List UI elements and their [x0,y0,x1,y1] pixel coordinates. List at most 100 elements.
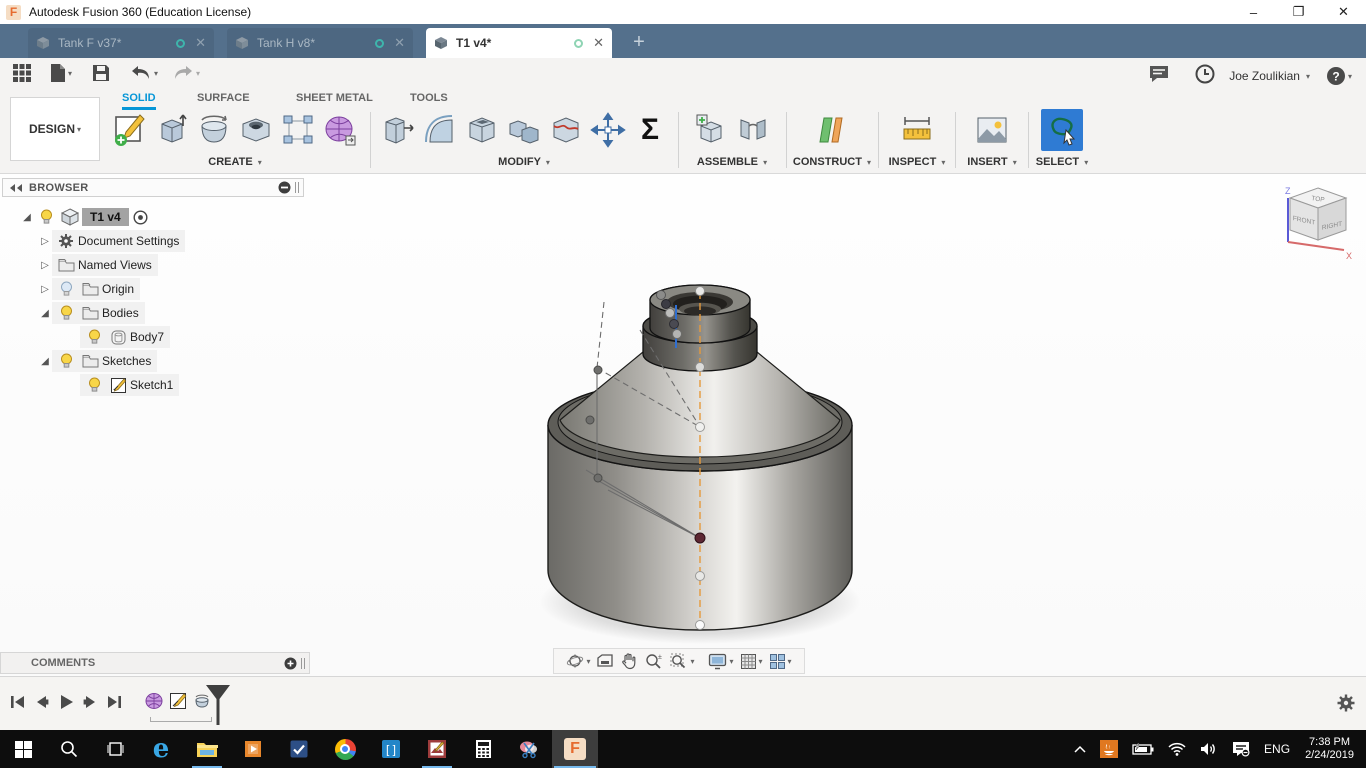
comments-panel-icon[interactable] [1149,65,1169,88]
visibility-bulb-icon[interactable] [37,208,55,226]
view-cube[interactable]: Z X TOP FRONT RIGHT [1274,180,1358,264]
chrome-icon[interactable] [322,730,368,768]
help-menu[interactable]: ? ▾ [1326,66,1352,86]
timeline-settings-gear-icon[interactable] [1336,693,1356,718]
restore-button[interactable]: ❐ [1276,0,1321,24]
joint-button[interactable] [732,109,774,151]
extrude-button[interactable] [151,109,193,151]
data-panel-toggle-icon[interactable] [12,63,32,83]
close-tab-icon[interactable]: ✕ [195,35,206,51]
save-button[interactable] [92,64,110,82]
shell-button[interactable] [461,109,503,151]
action-center-icon[interactable] [1232,741,1250,757]
browser-row-origin[interactable]: ▷ Origin [2,277,304,301]
timeline-play-button[interactable] [54,689,78,715]
measure-button[interactable] [896,109,938,151]
browser-row-document-settings[interactable]: ▷ Document Settings [2,229,304,253]
edge-icon[interactable]: e [138,730,184,768]
timeline-go-to-end-button[interactable] [102,689,126,715]
browser-row-bodies[interactable]: ◢ Bodies [2,301,304,325]
orbit-tool[interactable]: ▾ [566,652,590,670]
select-tool-button[interactable] [1041,109,1083,151]
timeline-step-forward-button[interactable] [78,689,102,715]
start-button[interactable] [0,730,46,768]
selected-point[interactable] [694,532,706,544]
press-pull-button[interactable] [377,109,419,151]
visibility-bulb-icon[interactable] [57,304,75,322]
java-tray-icon[interactable] [1100,740,1119,758]
document-tab-active[interactable]: T1 v4* ✕ [426,28,612,58]
fillet-button[interactable] [419,109,461,151]
browser-row-sketch1[interactable]: Sketch1 [2,373,304,397]
modify-group-label[interactable]: MODIFY ▾ [498,156,550,168]
expander-icon[interactable]: ◢ [38,356,52,367]
expander-icon[interactable]: ▷ [38,260,52,271]
create-sketch-button[interactable] [109,109,151,151]
collapse-browser-icon[interactable] [9,183,23,193]
add-comment-icon[interactable] [284,657,297,670]
new-component-button[interactable] [690,109,732,151]
new-tab-button[interactable]: + [625,28,653,58]
visibility-bulb-icon[interactable] [85,328,103,346]
todo-icon[interactable] [276,730,322,768]
expander-icon[interactable]: ▷ [38,284,52,295]
timeline-feature-sketch[interactable] [168,691,188,711]
clock[interactable]: 7:38 PM 2/24/2019 [1305,736,1354,762]
document-tab[interactable]: Tank H v8* ✕ [227,28,413,58]
hole-button[interactable] [235,109,277,151]
task-view-button[interactable] [92,730,138,768]
expander-icon[interactable]: ▷ [38,236,52,247]
job-status-icon[interactable] [1195,64,1215,89]
visibility-bulb-icon[interactable] [85,376,103,394]
change-parameters-button[interactable]: Σ [629,109,671,151]
file-menu-button[interactable]: ▾ [50,63,72,83]
workspace-selector[interactable]: DESIGN ▾ [10,97,100,161]
redo-button[interactable]: ▾ [172,65,200,81]
close-tab-icon[interactable]: ✕ [394,35,405,51]
browser-row-sketches[interactable]: ◢ Sketches [2,349,304,373]
hide-panel-icon[interactable] [278,181,291,194]
expander-icon[interactable]: ◢ [38,308,52,319]
root-node-label[interactable]: T1 v4 [82,208,129,226]
search-button[interactable] [46,730,92,768]
close-tab-icon[interactable]: ✕ [593,35,604,51]
wifi-tray-icon[interactable] [1168,742,1186,756]
browser-row-named-views[interactable]: ▷ Named Views [2,253,304,277]
assemble-group-label[interactable]: ASSEMBLE ▾ [697,156,767,168]
battery-tray-icon[interactable] [1132,743,1154,755]
expander-icon[interactable]: ◢ [20,212,34,223]
volume-tray-icon[interactable] [1200,742,1218,756]
look-at-tool[interactable] [596,652,614,670]
grid-snap-tool[interactable]: ▾ [740,653,763,670]
construct-group-label[interactable]: CONSTRUCT ▾ [793,156,871,168]
snipping-tool-icon[interactable] [506,730,552,768]
construct-plane-button[interactable] [811,109,853,151]
panel-grip[interactable] [301,657,305,669]
timeline-step-back-button[interactable] [30,689,54,715]
create-group-label[interactable]: CREATE ▾ [208,156,262,168]
zoom-window-tool[interactable]: ▾ [669,652,694,670]
browser-row-body7[interactable]: Body7 [2,325,304,349]
language-indicator[interactable]: ENG [1264,742,1290,756]
user-menu[interactable]: Joe Zoulikian [1229,69,1300,83]
insert-group-label[interactable]: INSERT ▾ [967,156,1016,168]
visibility-bulb-off-icon[interactable] [57,280,75,298]
select-group-label[interactable]: SELECT ▾ [1036,156,1088,168]
browser-row-root[interactable]: ◢ T1 v4 [2,205,304,229]
rectangular-pattern-button[interactable] [277,109,319,151]
move-copy-button[interactable] [587,109,629,151]
photo-editor-icon[interactable] [414,730,460,768]
comments-bar[interactable]: COMMENTS [0,652,310,674]
minimize-button[interactable]: – [1231,0,1276,24]
create-form-button[interactable] [319,109,361,151]
timeline-feature-form[interactable] [144,691,164,711]
viewport-canvas[interactable]: BROWSER ◢ T1 v4 ▷ Document Settings ▷ Na… [0,174,1366,676]
document-tab[interactable]: Tank F v37* ✕ [28,28,214,58]
activate-radio-icon[interactable] [132,208,150,226]
brackets-icon[interactable]: [ ] [368,730,414,768]
pan-tool[interactable] [620,652,638,670]
zoom-tool[interactable]: ± [644,652,663,670]
inspect-group-label[interactable]: INSPECT ▾ [889,156,946,168]
display-settings-tool[interactable]: ▾ [708,653,734,670]
movies-tv-icon[interactable] [230,730,276,768]
